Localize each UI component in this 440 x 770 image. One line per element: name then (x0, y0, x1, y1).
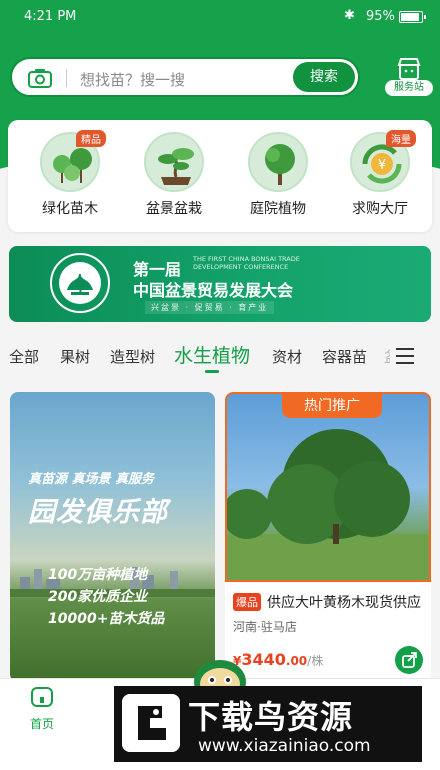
bonsai-icon (158, 148, 194, 185)
search-bar[interactable]: 想找苗？搜一搜 搜索 (10, 57, 360, 97)
share-icon (402, 652, 417, 668)
category-bonsai[interactable]: 盆景盆栽 (134, 132, 214, 218)
product-photo[interactable]: 热门推广 (225, 392, 431, 582)
svg-text:¥: ¥ (378, 158, 386, 173)
badge-premium: 精品 (76, 130, 106, 147)
banner-english: THE FIRST CHINA BONSAI TRADE DEVELOPMENT… (193, 255, 300, 271)
store-icon (397, 58, 421, 80)
nav-home[interactable]: 首页 (20, 685, 64, 732)
search-divider (66, 69, 67, 87)
watermark-url: www.xiazainiao.com (198, 736, 371, 756)
bonsai-trade-logo (50, 253, 110, 313)
product-title[interactable]: 供应大叶黄杨木现货供应 (267, 592, 427, 612)
category-label: 绿化苗木 (42, 201, 98, 217)
product-card[interactable]: 热门推广 爆品 供应大叶黄杨木现货供应 河南·驻马店 ¥3440.00/株 (225, 392, 431, 682)
tab-materials[interactable]: 资材 (272, 346, 302, 367)
promo-stat: 10000+苗木货品 (48, 611, 165, 627)
watermark-title: 下载鸟资源 (188, 698, 354, 736)
camera-icon[interactable] (28, 68, 52, 88)
bluetooth-icon: ✱ (344, 8, 355, 23)
tab-shaped-trees[interactable]: 造型树 (110, 346, 155, 367)
category-greening-seedlings[interactable]: 精品 绿化苗木 (30, 130, 110, 218)
hot-item-badge: 爆品 (233, 593, 261, 611)
category-garden-plants[interactable]: 庭院植物 (238, 132, 318, 218)
conference-banner[interactable]: 第一届 THE FIRST CHINA BONSAI TRADE DEVELOP… (9, 246, 431, 322)
promo-title: 园发俱乐部 (28, 497, 168, 528)
tab-container-seedlings[interactable]: 容器苗 (322, 346, 367, 367)
price-decimal: .00 (285, 654, 308, 668)
tab-fruit-trees[interactable]: 果树 (60, 346, 90, 367)
tab-all[interactable]: 全部 (9, 346, 39, 367)
category-label: 求购大厅 (352, 201, 408, 217)
status-time: 4:21 PM (24, 9, 77, 24)
tree-photo (227, 429, 429, 580)
category-purchase-hall[interactable]: ¥ 海量 求购大厅 (340, 130, 420, 218)
category-label: 盆景盆栽 (146, 201, 202, 217)
watermark-bird-logo (122, 694, 180, 752)
category-label: 庭院植物 (250, 201, 306, 217)
nav-home-label: 首页 (29, 717, 54, 731)
promo-stat: 200家优质企业 (48, 589, 148, 605)
battery-percent: 95% (366, 9, 395, 24)
category-card: 精品 绿化苗木 盆景盆栽 庭院植物 ¥ 海量 求购大厅 (8, 120, 432, 232)
promo-card[interactable]: 真苗源 真场景 真服务 园发俱乐部 100万亩种植地 200家优质企业 1000… (10, 392, 215, 682)
home-icon (31, 687, 53, 707)
status-bar: 4:21 PM ✱ 95% (0, 0, 440, 34)
banner-slogan: 兴盆景 · 促贸易 · 育产业 (145, 301, 275, 314)
banner-title: 中国盆景贸易发展大会 (133, 281, 294, 300)
product-location: 河南·驻马店 (233, 620, 297, 634)
garden-tree-icon (265, 144, 295, 185)
promo-slogan: 真苗源 真场景 真服务 (28, 472, 155, 487)
watermark: 下载鸟资源 www.xiazainiao.com (114, 686, 422, 762)
badge-massive: 海量 (386, 130, 416, 147)
hot-promotion-tag: 热门推广 (282, 394, 382, 418)
tab-menu-button[interactable] (390, 348, 430, 364)
share-button[interactable] (395, 646, 423, 674)
service-station-button[interactable]: 服务站 (384, 57, 434, 97)
search-button[interactable]: 搜索 (293, 62, 355, 92)
tab-aquatic-plants[interactable]: 水生植物 (174, 341, 250, 368)
service-station-label: 服务站 (385, 80, 433, 96)
active-tab-indicator (205, 370, 219, 373)
battery-icon (399, 11, 426, 23)
search-input[interactable]: 想找苗？搜一搜 (80, 69, 185, 90)
price-unit: /株 (307, 654, 324, 668)
category-tabs: 全部 果树 造型树 水生植物 资材 容器苗 盆 (0, 340, 440, 376)
promo-stat: 100万亩种植地 (48, 567, 148, 583)
